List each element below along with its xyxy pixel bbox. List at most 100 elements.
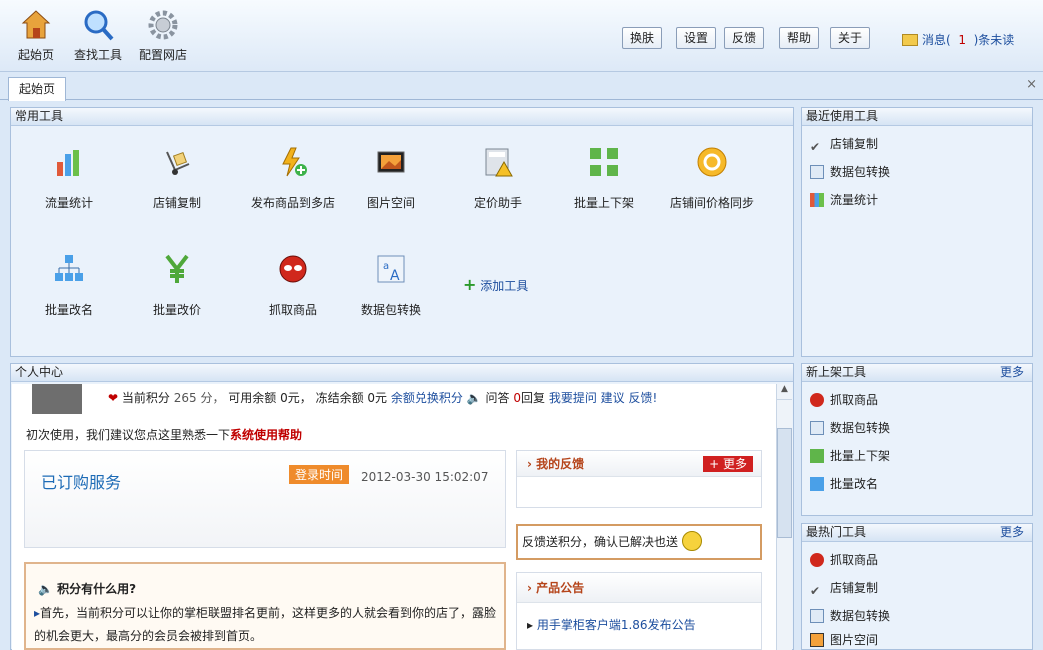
recent-tools-panel: 最近使用工具 ✔ 店铺复制 数据包转换 流量统计 bbox=[801, 107, 1033, 357]
fb-tip-text: 反馈送积分，确认已解决也送 bbox=[522, 535, 679, 549]
tool-label: 流量统计 bbox=[44, 196, 93, 210]
home-icon bbox=[21, 10, 51, 39]
hot-tool-label: 图片空间 bbox=[830, 633, 879, 647]
expand-arrows-icon bbox=[590, 148, 618, 176]
hot-tool-item[interactable]: 数据包转换 bbox=[810, 606, 890, 626]
spider-mask-icon bbox=[279, 255, 307, 283]
recent-item-label: 店铺复制 bbox=[830, 137, 879, 151]
heart-icon: ❤ bbox=[108, 391, 119, 405]
svg-text:a: a bbox=[383, 261, 389, 272]
new-tool-item[interactable]: 批量改名 bbox=[810, 474, 878, 494]
reply-label: 回复 bbox=[520, 391, 545, 405]
recent-item-label: 流量统计 bbox=[830, 193, 879, 207]
tab-start-page[interactable]: 起始页 bbox=[8, 77, 67, 101]
tool-image-space[interactable]: 图片空间 bbox=[341, 146, 441, 211]
new-tools-more-link[interactable]: 更多 bbox=[1000, 364, 1024, 381]
new-tools-panel: 新上架工具 更多 抓取商品 数据包转换 批量上下架 批量改名 bbox=[801, 363, 1033, 516]
points-faq-answer: ▸首先，当前积分可以让你的掌柜联盟排名更前，这样更多的人就会看到你的店了，露脸的… bbox=[34, 602, 500, 648]
common-tools-panel: 常用工具 流量统计 店铺复制 发布商品到多店 图片空间 定价助手 批量上下架 店… bbox=[10, 107, 794, 357]
message-link[interactable]: 消息( 1 )条未读 bbox=[902, 31, 1014, 48]
tool-grab-products[interactable]: 抓取商品 bbox=[233, 253, 353, 318]
tool-batch-reprice[interactable]: 批量改价 bbox=[127, 253, 227, 318]
gear-icon bbox=[148, 10, 178, 40]
avatar bbox=[32, 384, 82, 414]
new-tool-item[interactable]: 批量上下架 bbox=[810, 446, 890, 466]
tool-label: 批量改价 bbox=[152, 303, 201, 317]
tool-price-sync[interactable]: 店铺间价格同步 bbox=[657, 146, 767, 211]
tool-shop-copy[interactable]: 店铺复制 bbox=[127, 146, 227, 211]
tool-label: 图片空间 bbox=[366, 196, 415, 210]
points-q: 积分有什么用? bbox=[57, 582, 137, 596]
login-time-badge: 登录时间 bbox=[289, 465, 350, 484]
tool-label: 抓取商品 bbox=[268, 303, 317, 317]
recent-item[interactable]: 数据包转换 bbox=[810, 162, 890, 182]
translate-icon bbox=[810, 421, 824, 435]
add-tool-link[interactable]: + 添加工具 bbox=[463, 275, 528, 294]
new-tool-item[interactable]: 数据包转换 bbox=[810, 418, 890, 438]
tool-pricing-assistant[interactable]: 定价助手 bbox=[448, 146, 548, 211]
search-icon bbox=[84, 10, 114, 41]
tool-data-convert[interactable]: aA 数据包转换 bbox=[341, 253, 441, 318]
find-tool-label: 查找工具 bbox=[73, 48, 122, 62]
skin-button[interactable]: 换肤 bbox=[622, 27, 663, 49]
tool-batch-listing[interactable]: 批量上下架 bbox=[554, 146, 654, 211]
calculator-icon bbox=[485, 148, 513, 177]
hand-truck-icon: ✔ bbox=[810, 140, 821, 154]
tool-publish-multi-shop[interactable]: 发布商品到多店 bbox=[233, 146, 353, 211]
more-feedback-button[interactable]: + 更多 bbox=[703, 456, 753, 472]
tool-label: 批量上下架 bbox=[573, 196, 634, 210]
hot-tools-more-link[interactable]: 更多 bbox=[1000, 524, 1024, 541]
tool-traffic-stats[interactable]: 流量统计 bbox=[19, 146, 119, 211]
new-tools-header: 新上架工具 更多 bbox=[802, 364, 1032, 382]
org-chart-icon bbox=[810, 477, 824, 491]
common-tools-title: 常用工具 bbox=[11, 108, 793, 126]
new-tools-title: 新上架工具 bbox=[806, 365, 867, 379]
hot-tool-label: 抓取商品 bbox=[830, 553, 879, 567]
recent-item[interactable]: ✔ 店铺复制 bbox=[810, 134, 878, 154]
points-a: 首先，当前积分可以让你的掌柜联盟排名更前，这样更多的人就会看到你的店了，露脸的机… bbox=[34, 606, 497, 643]
help-button[interactable]: 帮助 bbox=[779, 27, 820, 49]
feedback-points-tip: 反馈送积分，确认已解决也送 bbox=[516, 524, 762, 560]
spider-mask-icon bbox=[810, 393, 824, 407]
qa-label: 问答 bbox=[485, 391, 510, 405]
translate-icon bbox=[810, 609, 824, 623]
picture-icon bbox=[377, 151, 405, 173]
config-shop-button[interactable]: 配置网店 bbox=[132, 8, 194, 63]
recent-item[interactable]: 流量统计 bbox=[810, 190, 878, 210]
help-link[interactable]: 系统使用帮助 bbox=[230, 428, 302, 442]
hot-tool-label: 店铺复制 bbox=[830, 581, 879, 595]
hot-tool-item[interactable]: ✔ 店铺复制 bbox=[810, 578, 878, 598]
about-button[interactable]: 关于 bbox=[830, 27, 871, 49]
login-time: 2012-03-30 15:02:07 bbox=[361, 470, 489, 484]
ordered-services-box: 已订购服务 登录时间 2012-03-30 15:02:07 bbox=[24, 450, 506, 548]
ordered-services-title: 已订购服务 bbox=[41, 473, 122, 492]
tool-batch-rename[interactable]: 批量改名 bbox=[19, 253, 119, 318]
spider-mask-icon bbox=[810, 553, 824, 567]
settings-button[interactable]: 设置 bbox=[676, 27, 717, 49]
feedback-button[interactable]: 反馈 bbox=[724, 27, 765, 49]
announcement-box: › 产品公告 ▸ 用手掌柜客户端1.86发布公告 bbox=[516, 572, 762, 650]
frozen-balance: 冻结余额 0元 bbox=[315, 391, 388, 405]
scrollbar-thumb[interactable] bbox=[777, 428, 792, 538]
hot-tools-header: 最热门工具 更多 bbox=[802, 524, 1032, 542]
feedback-link[interactable]: 反馈! bbox=[629, 391, 658, 405]
tip-text: 初次使用，我们建议您点这里熟悉一下 bbox=[26, 428, 231, 442]
hot-tool-item[interactable]: 抓取商品 bbox=[810, 550, 878, 570]
find-tool-button[interactable]: 查找工具 bbox=[68, 8, 128, 63]
points-faq-box: 🔈 积分有什么用? ▸首先，当前积分可以让你的掌柜联盟排名更前，这样更多的人就会… bbox=[24, 562, 506, 650]
more-label: 更多 bbox=[722, 457, 747, 471]
hand-truck-icon bbox=[166, 151, 190, 175]
picture-icon bbox=[810, 633, 824, 647]
announcement-item[interactable]: ▸ 用手掌柜客户端1.86发布公告 bbox=[527, 616, 696, 633]
suggest-link[interactable]: 建议 bbox=[601, 391, 625, 405]
ask-link[interactable]: 我要提问 bbox=[549, 391, 597, 405]
hot-tool-item[interactable]: 图片空间 bbox=[810, 630, 878, 650]
vertical-scrollbar[interactable]: ▲ bbox=[776, 384, 792, 650]
exchange-link[interactable]: 余额兑换积分 bbox=[391, 391, 463, 405]
scroll-up-icon[interactable]: ▲ bbox=[777, 384, 792, 400]
home-button[interactable]: 起始页 bbox=[6, 8, 66, 63]
config-shop-label: 配置网店 bbox=[138, 48, 187, 62]
new-tool-item[interactable]: 抓取商品 bbox=[810, 390, 878, 410]
tab-close-icon[interactable]: × bbox=[1026, 77, 1037, 92]
msg-prefix: 消息( bbox=[922, 33, 951, 47]
